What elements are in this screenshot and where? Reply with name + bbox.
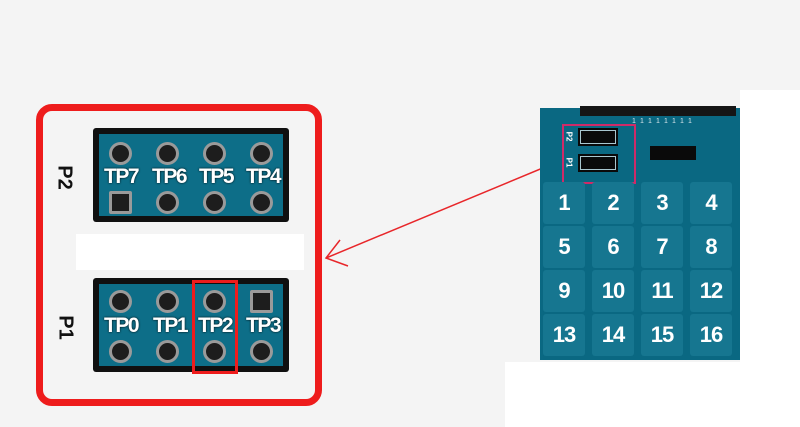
pin-number: 1 [680,118,684,125]
key-7: 7 [641,226,683,268]
key-11: 11 [641,270,683,312]
chip [650,146,696,160]
key-5: 5 [543,226,585,268]
pin-number: 1 [656,118,660,125]
pin-number: 1 [664,118,668,125]
pin-number: 1 [648,118,652,125]
key-6: 6 [592,226,634,268]
touch-keypad-board: 1 1 1 1 1 1 1 1 P2 P1 1 2 3 4 5 6 7 8 9 … [540,106,740,360]
key-1: 1 [543,182,585,224]
background-panel [505,362,800,427]
key-12: 12 [690,270,732,312]
key-14: 14 [592,314,634,356]
pin-number: 1 [640,118,644,125]
key-8: 8 [690,226,732,268]
pin-number: 1 [688,118,692,125]
key-13: 13 [543,314,585,356]
key-4: 4 [690,182,732,224]
pin-header-strip [580,106,736,116]
key-15: 15 [641,314,683,356]
key-3: 3 [641,182,683,224]
key-9: 9 [543,270,585,312]
key-10: 10 [592,270,634,312]
key-16: 16 [690,314,732,356]
header-highlight-box [562,124,636,184]
key-2: 2 [592,182,634,224]
pin-number: 1 [672,118,676,125]
